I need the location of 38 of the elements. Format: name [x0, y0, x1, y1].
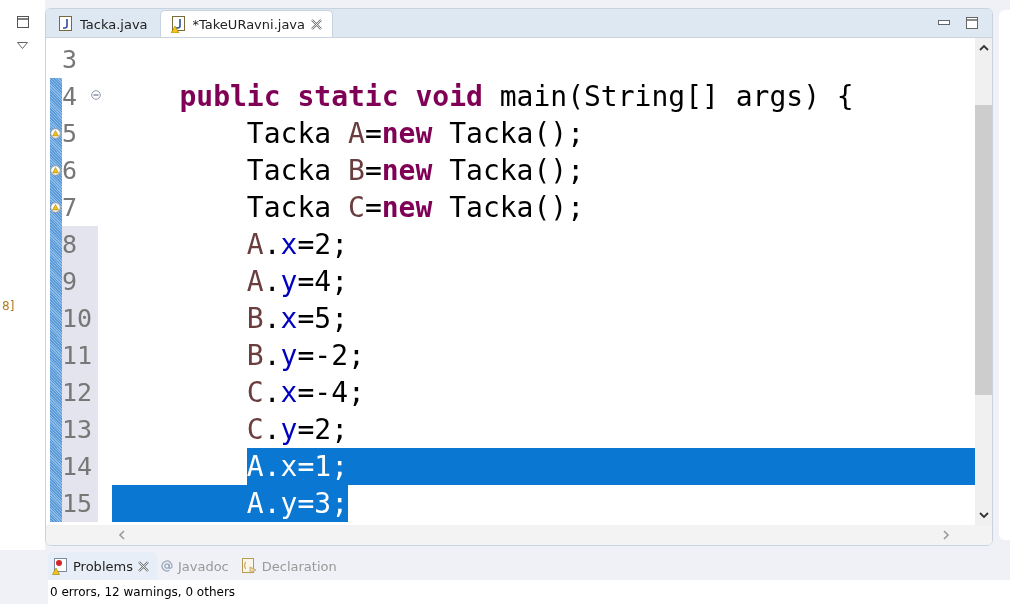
code-line: B.x=5;: [246, 301, 348, 337]
scroll-left-icon[interactable]: [118, 530, 125, 540]
minimize-icon[interactable]: [938, 20, 950, 26]
code-line: C.x=-4;: [246, 375, 365, 411]
code-line: A.y=4;: [246, 264, 348, 300]
problems-icon: [52, 557, 68, 575]
view-tab[interactable]: Problems: [48, 552, 157, 580]
code-line: public static void main(String[] args) {: [179, 79, 854, 115]
line-number: 8: [62, 226, 98, 263]
vertical-scrollbar[interactable]: [975, 38, 992, 525]
line-number: 15: [62, 485, 98, 522]
declaration-icon: [240, 557, 257, 575]
code-line: Tacka A=new Tacka();: [246, 116, 585, 152]
dropdown-icon[interactable]: [17, 42, 28, 49]
scroll-up-icon[interactable]: [978, 44, 989, 51]
line-number: 14: [62, 448, 98, 485]
code-line: A.x=2;: [246, 227, 348, 263]
problems-summary: 0 errors, 12 warnings, 0 others: [48, 580, 1010, 604]
collapse-icon[interactable]: [91, 90, 101, 100]
scroll-down-icon[interactable]: [978, 512, 989, 519]
text-fragment: 8]: [2, 299, 15, 313]
maximize-icon[interactable]: [16, 16, 29, 28]
code-line: C.y=2;: [246, 412, 348, 448]
code-line: B.y=-2;: [246, 338, 365, 374]
line-number: 13: [62, 411, 98, 448]
at-sign-icon: [160, 560, 173, 572]
code-line: Tacka B=new Tacka();: [246, 153, 585, 189]
close-icon[interactable]: [311, 18, 322, 30]
line-number: 12: [62, 374, 98, 411]
close-icon[interactable]: [137, 560, 149, 572]
line-number: 9: [62, 263, 98, 300]
line-number: 10: [62, 300, 98, 337]
line-number: 11: [62, 337, 98, 374]
code-line: Tacka C=new Tacka();: [246, 190, 585, 226]
maximize-icon[interactable]: [966, 17, 978, 29]
editor-tab[interactable]: *TakeURavni.java: [159, 10, 333, 37]
horizontal-scrollbar[interactable]: [46, 525, 992, 545]
scroll-right-icon[interactable]: [943, 530, 950, 540]
